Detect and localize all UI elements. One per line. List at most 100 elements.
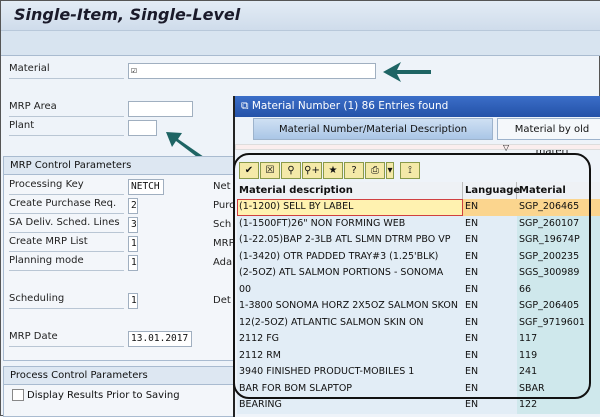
table-row[interactable]: 12(2-5OZ) ATLANTIC SALMON SKIN ON EN SGF… — [237, 314, 600, 331]
cell-material: 241 — [517, 364, 600, 381]
table-row[interactable]: (2-5OZ) ATL SALMON PORTIONS - SONOMA EN … — [237, 265, 600, 282]
cell-description: 2112 RM — [239, 349, 281, 361]
toolbar — [1, 31, 600, 56]
display-results-label: Display Results Prior to Saving — [27, 389, 180, 401]
cell-description: (1-1500FT)26" NON FORMING WEB — [239, 217, 406, 229]
tab-old-material[interactable]: Material by old materi — [497, 118, 600, 157]
filter-bar — [235, 144, 600, 150]
cell-material: SGP_206405 — [517, 298, 600, 315]
cell-language: EN — [465, 201, 479, 212]
table-row[interactable]: (1-22.05)BAP 2-3LB ATL SLMN DTRM PBO VP … — [237, 232, 600, 249]
cell-material: 122 — [517, 397, 600, 414]
table-row[interactable]: (1-3420) OTR PADDED TRAY#3 (1.25'BLK) EN… — [237, 248, 600, 265]
table-row[interactable]: 2112 RM EN 119 — [237, 347, 600, 364]
cell-language: EN — [465, 267, 479, 278]
mrp-control-header: MRP Control Parameters — [4, 157, 234, 175]
table-row[interactable]: 1-3800 SONOMA HORZ 2X5OZ SALMON SKON EN … — [237, 298, 600, 315]
cell-language: EN — [465, 316, 479, 328]
toolbar-button-icon[interactable]: ? — [344, 162, 364, 179]
cell-material: 117 — [517, 331, 600, 348]
cell-description: 00 — [239, 283, 252, 295]
title-bar: Single-Item, Single-Level — [1, 1, 600, 31]
cell-description: (1-1200) SELL BY LABEL — [237, 199, 463, 216]
cell-description: (1-3420) OTR PADDED TRAY#3 (1.25'BLK) — [239, 250, 439, 262]
mrp-param-right-label: MRP — [213, 238, 233, 249]
table-row[interactable]: BEARING EN 122 — [237, 397, 600, 414]
table-row[interactable]: 2112 FG EN 117 — [237, 331, 600, 348]
cell-language: EN — [465, 382, 479, 394]
mrp-param-right-label: Net — [213, 181, 231, 192]
toolbar-button-icon[interactable]: ☒ — [260, 162, 280, 179]
table-row[interactable]: 3940 FINISHED PRODUCT-MOBILES 1 EN 241 — [237, 364, 600, 381]
mrp-param-input[interactable]: 1 — [128, 236, 138, 252]
tab-material-description[interactable]: Material Number/Material Description — [253, 118, 493, 140]
cell-material: 66 — [517, 281, 600, 298]
toolbar-button-icon[interactable]: ★ — [323, 162, 343, 179]
cell-language: EN — [465, 300, 479, 311]
mrp-param-label: Create MRP List — [9, 236, 124, 252]
mrp-area-label: MRP Area — [9, 101, 124, 117]
toolbar-button-icon[interactable]: ⎙ — [365, 162, 385, 179]
table-row[interactable]: BAR FOR BOM SLAPTOP EN SBAR — [237, 380, 600, 397]
plant-label: Plant — [9, 120, 124, 136]
mrp-param-input[interactable]: 3 — [128, 217, 138, 233]
process-control-header: Process Control Parameters — [4, 367, 234, 385]
toolbar-button-icon[interactable]: ⚲+ — [302, 162, 322, 179]
mrp-param-input[interactable]: 1 — [128, 293, 138, 309]
mrp-param-label: MRP Date — [9, 331, 124, 347]
mrp-param-right-label: Sch — [213, 219, 232, 230]
popup-window-icon: ⧉ — [241, 100, 252, 112]
cell-language: EN — [465, 366, 479, 377]
cell-description: BEARING — [239, 399, 282, 410]
cell-language: EN — [465, 283, 479, 295]
cell-description: 3940 FINISHED PRODUCT-MOBILES 1 — [239, 366, 415, 377]
filter-icon[interactable]: ▽ — [503, 143, 509, 152]
arrow-icon — [383, 62, 431, 82]
toolbar-button-icon[interactable]: ⚲ — [281, 162, 301, 179]
cell-description: (2-5OZ) ATL SALMON PORTIONS - SONOMA — [239, 267, 444, 278]
page-title: Single-Item, Single-Level — [14, 5, 241, 24]
toolbar-button-icon[interactable]: ⟟ — [400, 162, 420, 179]
cell-material: SGR_19674P — [517, 232, 600, 249]
mrp-param-input[interactable]: 13.01.2017 — [128, 331, 192, 347]
plant-input[interactable] — [128, 120, 157, 136]
mrp-param-right-label: Det — [213, 295, 231, 306]
mrp-param-input[interactable]: 1 — [128, 255, 138, 271]
cell-material: SGP_200235 — [517, 248, 600, 265]
table-row[interactable]: (1-1500FT)26" NON FORMING WEB EN SGP_260… — [237, 215, 600, 232]
cell-description: BAR FOR BOM SLAPTOP — [239, 382, 353, 394]
cell-language: EN — [465, 217, 479, 229]
material-label: Material — [9, 63, 124, 79]
mrp-param-label: Scheduling — [9, 293, 124, 309]
mrp-param-right-label: Ada — [213, 257, 233, 268]
material-input[interactable]: ☑ — [128, 63, 376, 79]
cell-language: EN — [465, 250, 479, 262]
popup-title: Material Number (1) 86 Entries found — [251, 100, 449, 112]
toolbar-button-icon[interactable]: ✔ — [239, 162, 259, 179]
cell-description: 12(2-5OZ) ATLANTIC SALMON SKIN ON — [239, 316, 424, 328]
mrp-param-input[interactable]: NETCH — [128, 179, 164, 195]
cell-material: SBAR — [517, 380, 600, 397]
mrp-param-label: Create Purchase Req. — [9, 198, 124, 214]
mrp-param-input[interactable]: 2 — [128, 198, 138, 214]
col-language[interactable]: Language — [463, 182, 520, 199]
col-material-description[interactable]: Material description — [237, 182, 463, 199]
display-results-checkbox[interactable] — [12, 389, 24, 401]
popup-toolbar: ✔ ☒ ⚲ ⚲+ ★? ⎙ ▾ ⟟ — [239, 162, 421, 179]
table-row[interactable]: 00 EN 66 — [237, 281, 600, 298]
cell-material: SGP_260107 — [517, 215, 600, 232]
cell-language: EN — [465, 333, 479, 344]
mrp-param-right-label: Purc — [213, 200, 233, 211]
results-table: Material description Language Material (… — [237, 182, 600, 414]
popup-title-bar: ⧉ Material Number (1) 86 Entries found — [235, 96, 600, 117]
mrp-param-label: Processing Key — [9, 179, 124, 195]
mrp-param-label: SA Deliv. Sched. Lines — [9, 217, 124, 233]
table-header: Material description Language Material — [237, 182, 600, 199]
cell-language: EN — [465, 234, 479, 245]
cell-description: (1-22.05)BAP 2-3LB ATL SLMN DTRM PBO VP — [239, 234, 451, 245]
toolbar-button-icon[interactable]: ▾ — [386, 162, 394, 179]
col-material[interactable]: Material — [517, 182, 600, 199]
mrp-param-label: Planning mode — [9, 255, 124, 271]
mrp-area-input[interactable] — [128, 101, 193, 117]
table-row[interactable]: (1-1200) SELL BY LABEL EN SGP_206465 — [237, 199, 600, 216]
